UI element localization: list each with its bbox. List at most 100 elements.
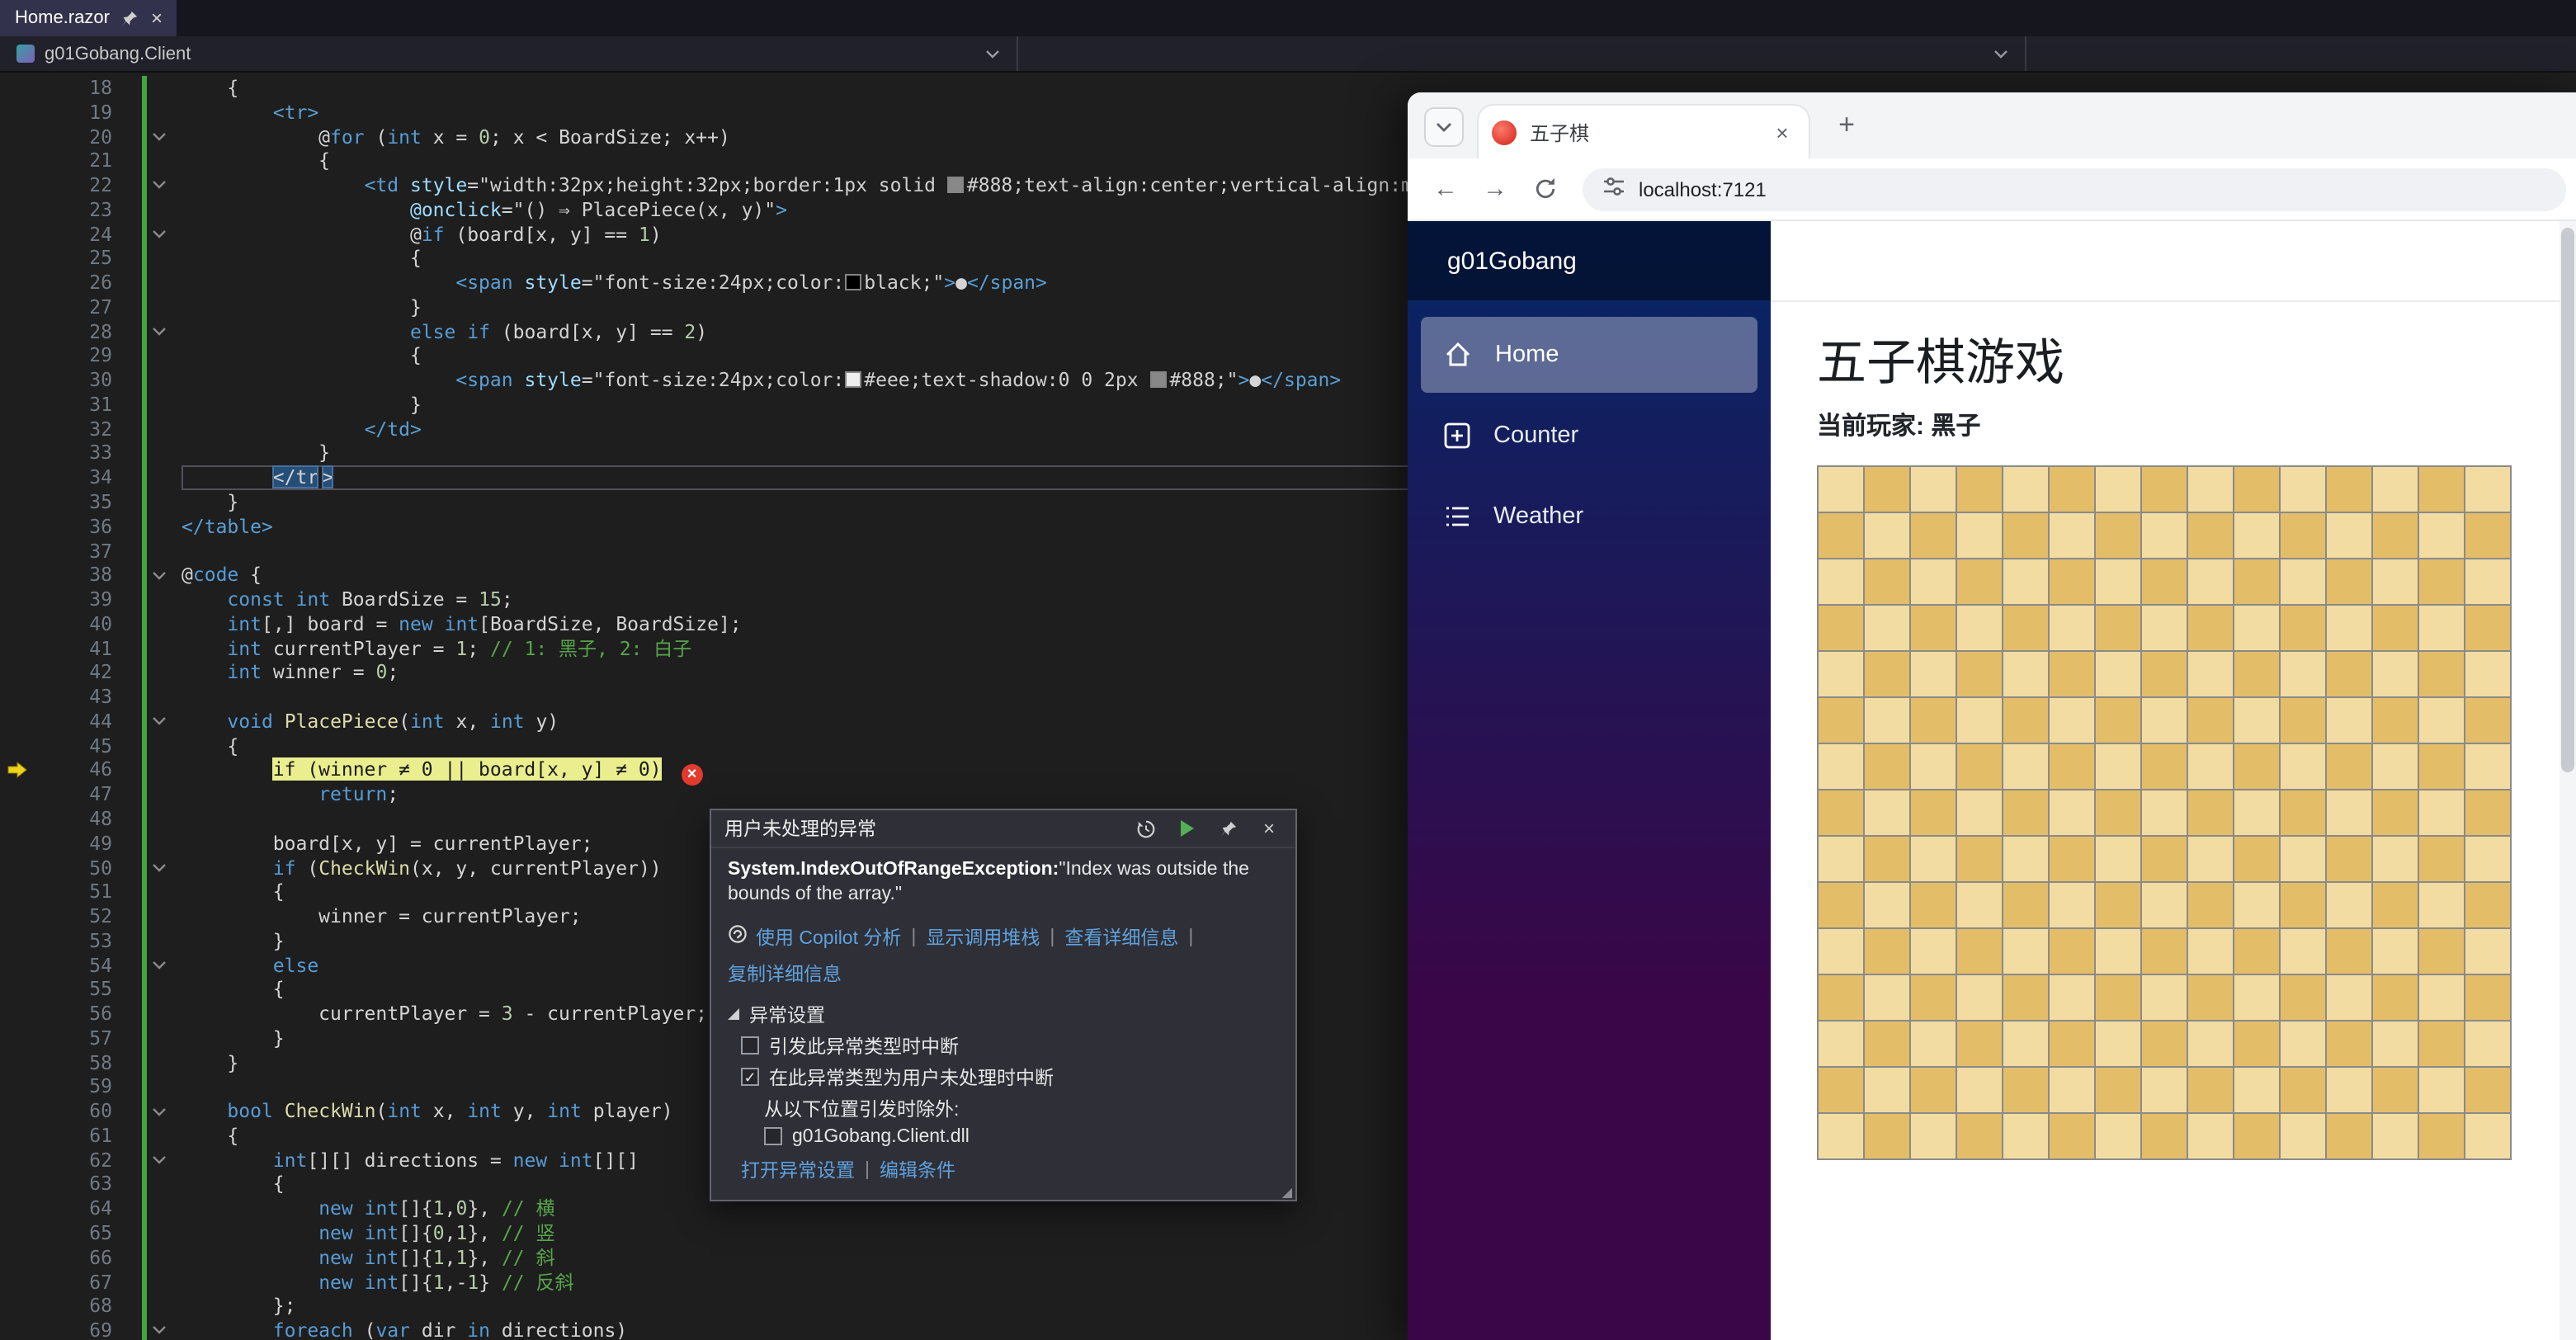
board-cell[interactable]	[2418, 882, 2465, 928]
board-cell[interactable]	[2095, 882, 2141, 928]
board-cell[interactable]	[2234, 651, 2280, 697]
board-cell[interactable]	[2280, 512, 2326, 559]
board-cell[interactable]	[1864, 928, 1910, 974]
board-cell[interactable]	[2326, 697, 2372, 743]
fold-chevron-icon[interactable]	[116, 1099, 182, 1124]
close-icon[interactable]: ×	[151, 7, 163, 30]
board-cell[interactable]	[2372, 466, 2418, 512]
board-cell[interactable]	[2465, 512, 2511, 559]
board-cell[interactable]	[2326, 466, 2372, 512]
board-cell[interactable]	[1864, 1021, 1910, 1067]
board-cell[interactable]	[2280, 743, 2326, 790]
board-cell[interactable]	[2049, 1021, 2095, 1067]
board-cell[interactable]	[1864, 882, 1910, 928]
board-cell[interactable]	[2187, 651, 2234, 697]
board-cell[interactable]	[2234, 928, 2280, 974]
board-cell[interactable]	[2003, 743, 2049, 790]
board-cell[interactable]	[2141, 651, 2187, 697]
board-cell[interactable]	[1910, 466, 1956, 512]
board-cell[interactable]	[2095, 790, 2141, 836]
board-cell[interactable]	[1818, 512, 1864, 559]
board-cell[interactable]	[1818, 605, 1864, 651]
board-cell[interactable]	[2234, 697, 2280, 743]
board-cell[interactable]	[2418, 974, 2465, 1021]
resize-grip[interactable]: ◢	[1282, 1187, 1292, 1200]
board-cell[interactable]	[1956, 882, 2003, 928]
board-cell[interactable]	[2187, 512, 2234, 559]
board-cell[interactable]	[2141, 882, 2187, 928]
board-cell[interactable]	[1864, 1113, 1910, 1159]
board-cell[interactable]	[2003, 605, 2049, 651]
board-cell[interactable]	[2418, 1021, 2465, 1067]
board-cell[interactable]	[2141, 790, 2187, 836]
board-cell[interactable]	[2372, 743, 2418, 790]
board-cell[interactable]	[2326, 743, 2372, 790]
board-cell[interactable]	[1910, 559, 1956, 605]
board-cell[interactable]	[2187, 1113, 2234, 1159]
board-cell[interactable]	[1864, 974, 1910, 1021]
board-cell[interactable]	[2095, 559, 2141, 605]
board-cell[interactable]	[2326, 882, 2372, 928]
new-tab-button[interactable]: +	[1827, 106, 1866, 145]
board-cell[interactable]	[2372, 651, 2418, 697]
board-cell[interactable]	[1864, 466, 1910, 512]
board-cell[interactable]	[2280, 1021, 2326, 1067]
board-cell[interactable]	[1910, 697, 1956, 743]
board-cell[interactable]	[2095, 466, 2141, 512]
board-cell[interactable]	[2003, 790, 2049, 836]
board-cell[interactable]	[2187, 1021, 2234, 1067]
board-cell[interactable]	[2372, 605, 2418, 651]
board-cell[interactable]	[1910, 1067, 1956, 1113]
board-cell[interactable]	[2049, 790, 2095, 836]
board-cell[interactable]	[2003, 1021, 2049, 1067]
board-cell[interactable]	[2326, 836, 2372, 882]
back-button[interactable]: ←	[1424, 168, 1467, 210]
board-cell[interactable]	[1910, 882, 1956, 928]
board-cell[interactable]	[2187, 928, 2234, 974]
board-cell[interactable]	[2372, 697, 2418, 743]
board-cell[interactable]	[2465, 882, 2511, 928]
board-cell[interactable]	[2326, 559, 2372, 605]
board-cell[interactable]	[1818, 1021, 1864, 1067]
board-cell[interactable]	[2234, 836, 2280, 882]
popup-action-link[interactable]: 查看详细信息	[1064, 924, 1178, 951]
exception-settings-expander[interactable]: 异常设置	[728, 1002, 1279, 1028]
board-cell[interactable]	[2372, 836, 2418, 882]
close-icon[interactable]: ×	[1256, 816, 1282, 841]
board-cell[interactable]	[1956, 605, 2003, 651]
board-cell[interactable]	[2187, 605, 2234, 651]
board-cell[interactable]	[2280, 974, 2326, 1021]
fold-chevron-icon[interactable]	[116, 1148, 182, 1172]
board-cell[interactable]	[2234, 974, 2280, 1021]
board-cell[interactable]	[2187, 466, 2234, 512]
board-cell[interactable]	[2049, 928, 2095, 974]
board-cell[interactable]	[2280, 559, 2326, 605]
board-cell[interactable]	[2049, 605, 2095, 651]
board-cell[interactable]	[2141, 1021, 2187, 1067]
board-cell[interactable]	[2187, 697, 2234, 743]
board-cell[interactable]	[2418, 697, 2465, 743]
board-cell[interactable]	[2418, 605, 2465, 651]
board-cell[interactable]	[2049, 882, 2095, 928]
board-cell[interactable]	[2326, 790, 2372, 836]
board-cell[interactable]	[2141, 466, 2187, 512]
fold-chevron-icon[interactable]	[116, 319, 182, 344]
board-cell[interactable]	[2003, 559, 2049, 605]
board-cell[interactable]	[2418, 790, 2465, 836]
board-cell[interactable]	[2465, 836, 2511, 882]
board-cell[interactable]	[2280, 605, 2326, 651]
board-cell[interactable]	[2418, 1067, 2465, 1113]
board-cell[interactable]	[2326, 974, 2372, 1021]
board-cell[interactable]	[2465, 651, 2511, 697]
board-cell[interactable]	[2003, 1113, 2049, 1159]
board-cell[interactable]	[2372, 1067, 2418, 1113]
board-cell[interactable]	[2187, 882, 2234, 928]
app-brand[interactable]: g01Gobang	[1408, 221, 1771, 300]
board-cell[interactable]	[1864, 697, 1910, 743]
board-cell[interactable]	[2418, 1113, 2465, 1159]
board-cell[interactable]	[2187, 743, 2234, 790]
board-cell[interactable]	[2234, 605, 2280, 651]
board-cell[interactable]	[1864, 651, 1910, 697]
board-cell[interactable]	[2095, 836, 2141, 882]
board-cell[interactable]	[2372, 1021, 2418, 1067]
